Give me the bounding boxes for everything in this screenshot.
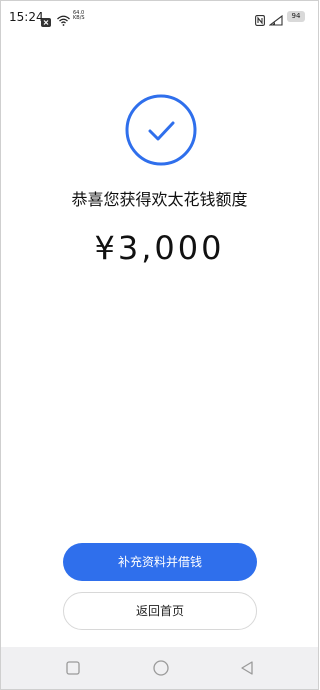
return-home-button[interactable]: 返回首页 xyxy=(63,592,257,630)
home-button[interactable] xyxy=(130,647,190,689)
status-time: 15:24 xyxy=(9,10,44,24)
wifi-icon xyxy=(57,11,70,30)
notification-close-icon xyxy=(41,12,51,31)
status-bar: 15:24 64.0 KB/S 94 xyxy=(1,1,318,31)
network-speed: 64.0 KB/S xyxy=(73,11,85,21)
triangle-back-icon xyxy=(241,661,253,675)
app-screen: 15:24 64.0 KB/S 94 恭喜您获得欢太花钱额度 ¥3,000 补充… xyxy=(0,0,319,690)
battery-level: 94 xyxy=(287,11,305,22)
circle-icon xyxy=(153,660,169,676)
nfc-icon xyxy=(255,11,265,30)
check-circle-icon xyxy=(124,93,198,167)
system-navigation-bar xyxy=(1,647,318,689)
page-title: 恭喜您获得欢太花钱额度 xyxy=(71,190,248,209)
recents-button[interactable] xyxy=(43,647,103,689)
credit-amount: ¥3,000 xyxy=(94,229,225,267)
square-icon xyxy=(66,661,80,675)
supplement-info-and-borrow-button[interactable]: 补充资料并借钱 xyxy=(63,543,257,581)
signal-icon xyxy=(268,11,283,30)
network-speed-unit: KB/S xyxy=(73,15,85,21)
back-button[interactable] xyxy=(217,647,277,689)
